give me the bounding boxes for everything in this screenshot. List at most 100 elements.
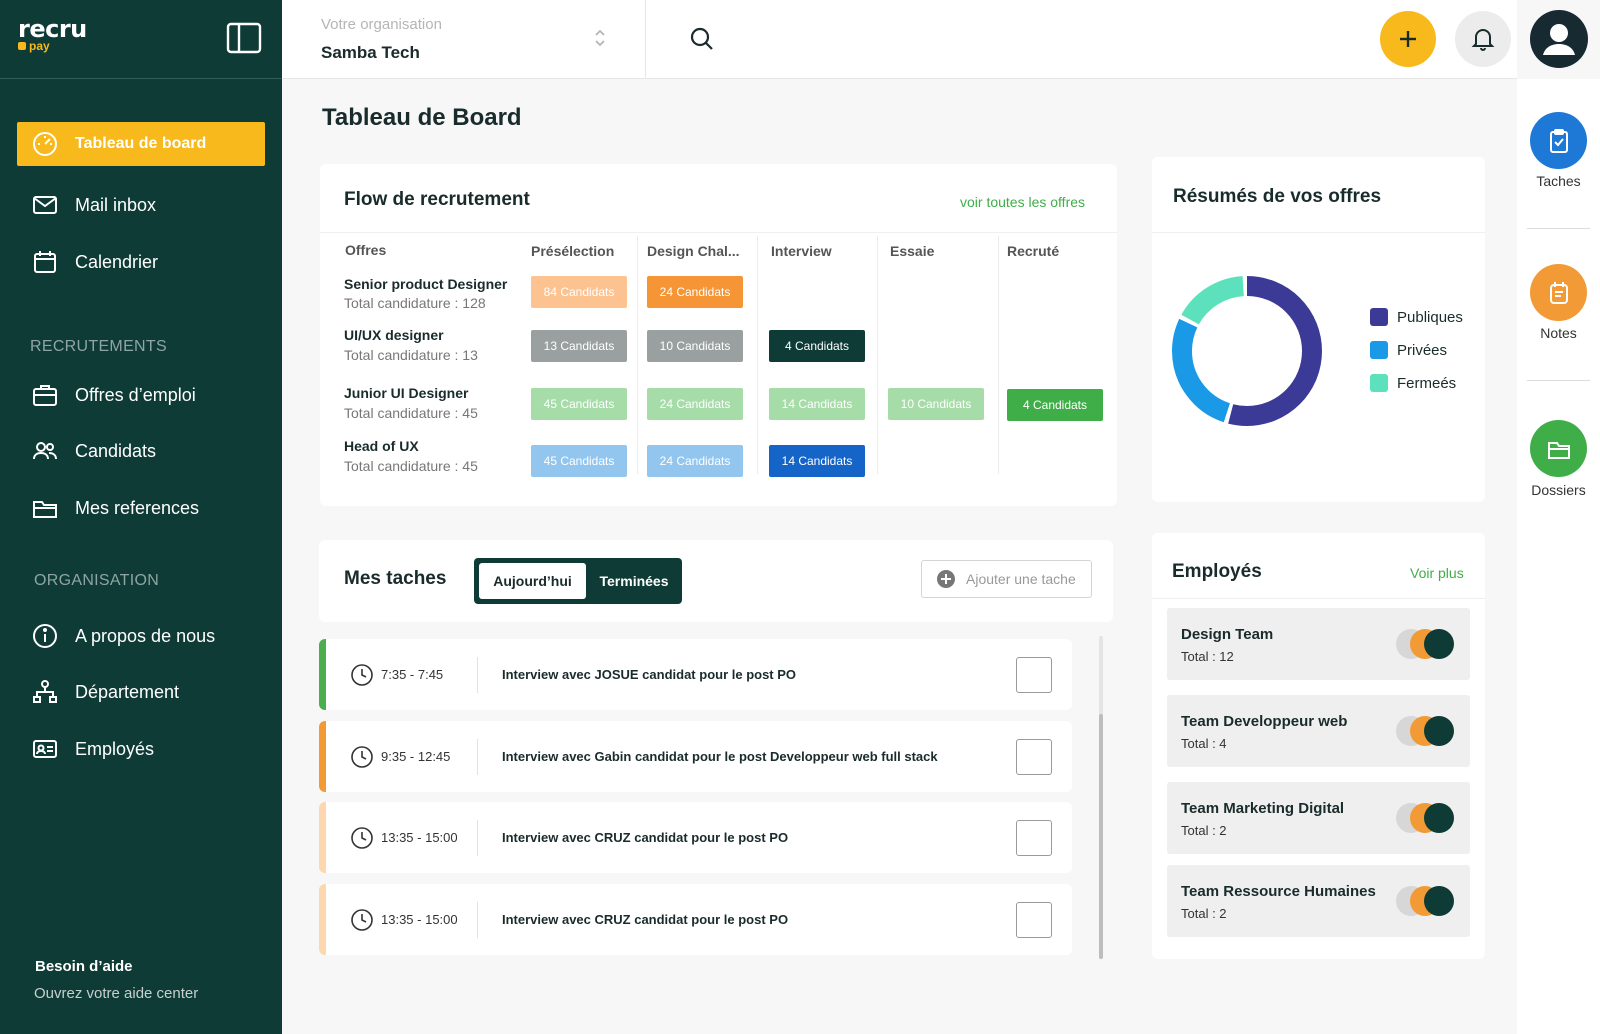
employee-team-item[interactable]: Team Marketing Digital Total : 2 [1167,782,1470,854]
employees-title: Employés [1172,561,1262,582]
candidates-pill[interactable]: 4 Candidats [1007,389,1103,421]
employee-team-item[interactable]: Team Ressource Humaines Total : 2 [1167,865,1470,937]
team-toggle[interactable] [1396,716,1454,746]
candidates-pill[interactable]: 13 Candidats [531,330,627,362]
task-row[interactable]: 9:35 - 12:45 Interview avec Gabin candid… [319,721,1072,792]
task-checkbox[interactable] [1016,902,1052,938]
task-checkbox[interactable] [1016,739,1052,775]
plus-icon [1400,31,1416,47]
rail-notes-button[interactable] [1530,264,1587,321]
legend-swatch [1370,308,1388,326]
team-name: Team Developpeur web [1181,713,1348,730]
candidates-pill[interactable]: 14 Candidats [769,445,865,477]
tasks-header-card: Mes taches Aujourd’hui Terminées Ajouter… [319,540,1113,622]
tab-done[interactable]: Terminées [586,563,682,599]
help-center-link[interactable]: Ouvrez votre aide center [34,985,198,1002]
clock-icon [351,664,373,686]
organisation-selector[interactable]: Votre organisation Samba Tech [282,0,646,79]
task-row[interactable]: 13:35 - 15:00 Interview avec CRUZ candid… [319,802,1072,873]
sidebar-item-candidats[interactable]: Candidats [17,429,265,473]
sidebar: recru pay Tableau de board Mail inbox Ca… [0,0,282,1034]
see-more-link[interactable]: Voir plus [1410,565,1464,581]
summary-card: Résumés de vos offres Publiques Privées … [1152,157,1485,502]
sidebar-item-calendar[interactable]: Calendrier [17,240,265,284]
sidebar-item-references[interactable]: Mes references [17,486,265,530]
sidebar-item-offres[interactable]: Offres d’emploi [17,373,265,417]
sidebar-item-label: Département [75,681,180,702]
add-task-label: Ajouter une tache [966,571,1076,587]
task-checkbox[interactable] [1016,657,1052,693]
column-header: Design Chal... [647,243,740,259]
candidates-pill[interactable]: 45 Candidats [531,388,627,420]
employees-card: Employés Voir plus Design Team Total : 1… [1152,533,1485,959]
employee-team-item[interactable]: Team Developpeur web Total : 4 [1167,695,1470,767]
sidebar-item-departement[interactable]: Département [17,670,265,714]
notifications-button[interactable] [1455,11,1511,67]
team-toggle[interactable] [1396,886,1454,916]
candidates-pill[interactable]: 24 Candidats [647,276,743,308]
sidebar-item-employes[interactable]: Employés [17,727,265,771]
column-divider [637,236,638,474]
candidates-pill[interactable]: 14 Candidats [769,388,865,420]
calendar-icon [34,251,56,273]
sidebar-item-label: Offres d’emploi [75,384,196,405]
tab-today[interactable]: Aujourd’hui [479,563,586,599]
sidebar-item-mail[interactable]: Mail inbox [17,183,265,227]
candidates-pill[interactable]: 45 Candidats [531,445,627,477]
section-organisation: ORGANISATION [34,572,160,589]
offer-total: Total candidature : 45 [344,458,478,474]
add-button[interactable] [1380,11,1436,67]
team-name: Team Marketing Digital [1181,800,1345,817]
divider [1152,598,1485,599]
id-card-icon [33,740,57,758]
brand-logo[interactable]: recru pay [18,17,87,52]
candidates-pill[interactable]: 24 Candidats [647,388,743,420]
team-toggle[interactable] [1396,629,1454,659]
team-total: Total : 4 [1181,736,1227,751]
offer-name[interactable]: Head of UX [344,438,419,454]
legend-item: Publiques [1370,308,1463,326]
candidates-pill[interactable]: 10 Candidats [888,388,984,420]
offer-name[interactable]: Junior UI Designer [344,385,468,401]
team-toggle[interactable] [1396,803,1454,833]
help-title: Besoin d’aide [35,958,133,975]
team-name: Design Team [1181,626,1274,643]
user-avatar[interactable] [1530,10,1588,68]
sidebar-item-dashboard[interactable]: Tableau de board [17,122,265,166]
right-rail: Taches Notes Dossiers [1517,79,1600,1034]
search-icon[interactable] [687,24,717,54]
employee-team-item[interactable]: Design Team Total : 12 [1167,608,1470,680]
offer-name[interactable]: Senior product Designer [344,276,507,292]
task-text: Interview avec CRUZ candidat pour le pos… [502,830,789,845]
candidates-pill[interactable]: 24 Candidats [647,445,743,477]
sidebar-toggle-icon[interactable] [226,22,262,54]
scrollbar-thumb[interactable] [1099,714,1103,959]
divider [477,739,478,775]
view-all-offers-link[interactable]: voir toutes les offres [960,194,1085,210]
task-text: Interview avec CRUZ candidat pour le pos… [502,912,789,927]
candidates-pill[interactable]: 10 Candidats [647,330,743,362]
rail-dossiers-button[interactable] [1530,420,1587,477]
sidebar-item-label: Mail inbox [75,194,157,215]
rail-taches-button[interactable] [1530,112,1587,169]
bell-icon [1471,29,1495,51]
clock-icon [351,827,373,849]
legend-item: Fermeés [1370,374,1456,392]
task-checkbox[interactable] [1016,820,1052,856]
offer-name[interactable]: UI/UX designer [344,327,444,343]
tasks-scrollbar[interactable] [1099,636,1103,959]
candidates-pill[interactable]: 84 Candidats [531,276,627,308]
sidebar-item-about[interactable]: A propos de nous [17,614,265,658]
column-divider [877,236,878,474]
add-task-button[interactable]: Ajouter une tache [921,560,1092,598]
clock-icon [351,909,373,931]
task-time: 13:35 - 15:00 [381,912,458,927]
column-header: Interview [771,243,832,259]
task-row[interactable]: 13:35 - 15:00 Interview avec CRUZ candid… [319,884,1072,955]
candidates-pill[interactable]: 4 Candidats [769,330,865,362]
flow-title: Flow de recrutement [344,189,530,210]
task-row[interactable]: 7:35 - 7:45 Interview avec JOSUE candida… [319,639,1072,710]
page-title: Tableau de Board [322,104,522,131]
plus-circle-icon [937,570,955,588]
rail-divider [1527,228,1590,229]
